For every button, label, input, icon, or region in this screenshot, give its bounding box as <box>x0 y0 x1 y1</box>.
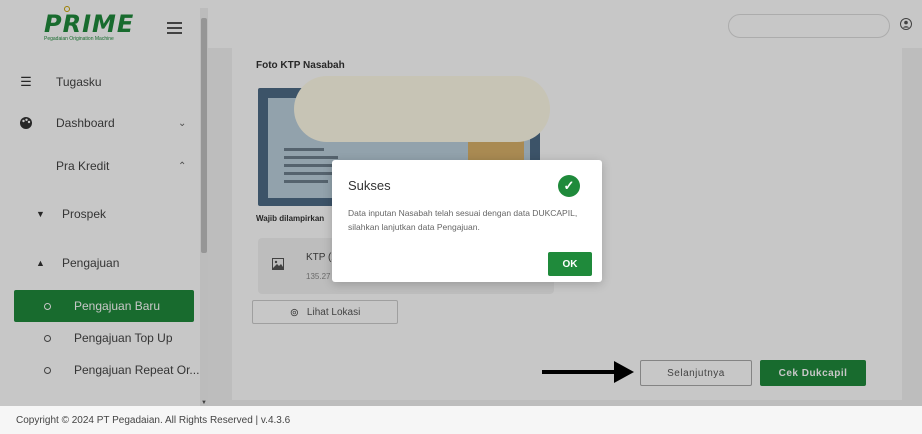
ok-button[interactable]: OK <box>548 252 592 276</box>
check-circle-icon: ✓ <box>558 175 580 197</box>
success-dialog: Sukses ✓ Data inputan Nasabah telah sesu… <box>332 160 602 282</box>
copyright-text: Copyright © 2024 PT Pegadaian. All Right… <box>16 414 291 426</box>
dialog-message: Data inputan Nasabah telah sesuai dengan… <box>348 208 578 232</box>
dialog-title: Sukses <box>348 178 391 193</box>
footer: Copyright © 2024 PT Pegadaian. All Right… <box>0 406 922 434</box>
